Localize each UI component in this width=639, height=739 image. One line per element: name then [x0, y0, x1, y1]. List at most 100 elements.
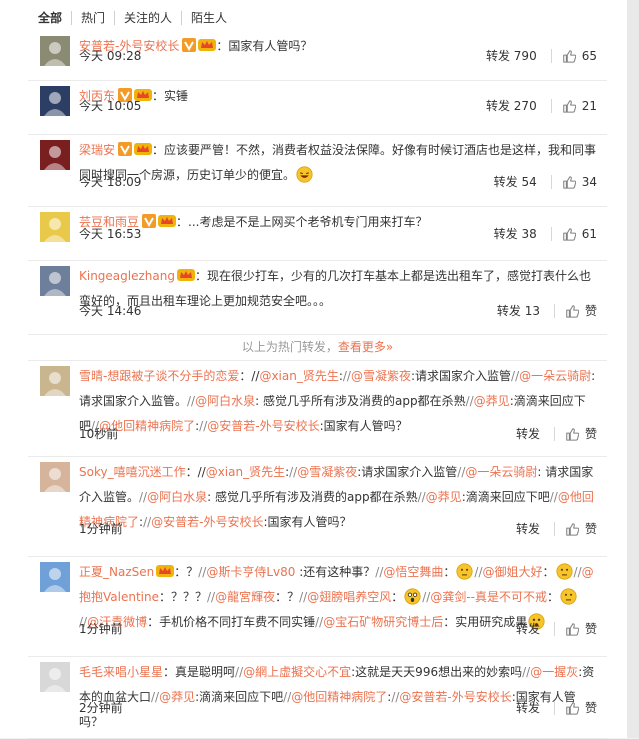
hot-divider: 以上为热门转发，查看更多»	[28, 334, 607, 361]
mention-link[interactable]: @雪凝紫夜	[351, 369, 411, 383]
avatar[interactable]	[40, 366, 70, 396]
repost-separator: //	[417, 490, 426, 504]
text-segment: ：真是聪明呵	[163, 665, 236, 679]
timestamp[interactable]: 1分钟前	[79, 520, 123, 537]
username-link[interactable]: 梁瑞安	[79, 143, 115, 157]
like-button[interactable]: 65	[562, 49, 597, 63]
mention-link[interactable]: @xian_贤先生	[259, 369, 338, 383]
mention-link[interactable]: @安普若-外号安校长	[399, 690, 511, 704]
repost-button[interactable]: 转发 13	[497, 302, 540, 319]
timestamp[interactable]: 10秒前	[79, 425, 118, 442]
timestamp[interactable]: 2分钟前	[79, 699, 123, 716]
repost-separator: //	[549, 490, 558, 504]
repost-button[interactable]: 转发	[516, 620, 540, 637]
repost-item: 安普若-外号安校长 ：国家有人管吗？ 今天 09:28 转发 790 65	[28, 30, 607, 81]
mention-link[interactable]: @一朵云骑尉	[519, 369, 591, 383]
mention-link[interactable]: @莽见	[159, 690, 195, 704]
mention-link[interactable]: @阿白水泉	[195, 394, 255, 408]
verified-v-badge[interactable]	[182, 38, 197, 52]
view-more-link[interactable]: 查看更多»	[338, 340, 393, 354]
avatar[interactable]	[40, 266, 70, 296]
divider	[550, 98, 552, 113]
tab-hot[interactable]: 热门	[71, 11, 114, 25]
like-button[interactable]: 61	[562, 227, 597, 241]
avatar[interactable]	[40, 86, 70, 116]
avatar[interactable]	[40, 662, 70, 692]
like-button[interactable]: 赞	[565, 520, 597, 537]
timestamp[interactable]: 今天 14:46	[79, 302, 141, 319]
timestamp[interactable]: 今天 18:09	[79, 173, 141, 190]
timestamp[interactable]: 1分钟前	[79, 620, 123, 637]
mention-link[interactable]: @一朵云骑尉	[465, 465, 537, 479]
vip-crown-badge[interactable]	[158, 214, 177, 228]
mention-link[interactable]: @莽见	[426, 490, 462, 504]
mention-link[interactable]: @安普若-外号安校长	[207, 419, 319, 433]
mention-link[interactable]: @雪凝紫夜	[297, 465, 357, 479]
repost-button[interactable]: 转发	[516, 699, 540, 716]
like-button[interactable]: 赞	[565, 302, 597, 319]
text-segment: :国家有人管吗？	[263, 515, 352, 529]
tab-strangers[interactable]: 陌生人	[181, 11, 236, 25]
like-icon	[566, 622, 579, 636]
text-segment: :这就是天天996想出来的妙索吗	[351, 665, 523, 679]
vip-crown-badge[interactable]	[198, 38, 217, 52]
mention-link[interactable]: @一握灰	[530, 665, 578, 679]
mention-link[interactable]: @安普若-外号安校长	[151, 515, 263, 529]
username-link[interactable]: 雪晴-想跟被子谈不分手的恋爱	[79, 369, 239, 383]
scrollbar[interactable]	[627, 0, 639, 738]
like-button[interactable]: 赞	[565, 620, 597, 637]
mention-link[interactable]: @斯卡亨侍Lv80	[206, 565, 295, 579]
tab-all[interactable]: 全部	[28, 11, 71, 25]
timestamp[interactable]: 今天 16:53	[79, 225, 141, 242]
username-link[interactable]: Soky_嘻嘻沉迷工作	[79, 465, 186, 479]
username-link[interactable]: Kingeaglezhang	[79, 269, 175, 283]
text-segment: ：实锤	[152, 89, 189, 103]
vip-crown-badge[interactable]	[176, 268, 195, 282]
timestamp[interactable]: 今天 09:28	[79, 47, 141, 64]
mention-link[interactable]: @悟空舞曲	[383, 565, 443, 579]
like-button[interactable]: 21	[562, 99, 597, 113]
repost-button[interactable]: 转发	[516, 425, 540, 442]
like-button[interactable]: 34	[562, 175, 597, 189]
like-count: 34	[581, 174, 597, 189]
vip-crown-badge[interactable]	[134, 142, 153, 156]
like-icon	[566, 427, 579, 441]
mention-link[interactable]: @他回精神病院了	[291, 690, 387, 704]
like-icon	[562, 227, 576, 241]
username-link[interactable]: 正夏_NazSen	[79, 565, 154, 579]
repost-button[interactable]: 转发 270	[486, 97, 537, 114]
timestamp[interactable]: 今天 10:05	[79, 97, 141, 114]
mention-link[interactable]: @xian_贤先生	[206, 465, 285, 479]
mention-link[interactable]: @莽见	[474, 394, 510, 408]
mention-link[interactable]: @御姐大好	[483, 565, 543, 579]
tab-following[interactable]: 关注的人	[114, 11, 181, 25]
shock-emoji	[404, 588, 421, 605]
repost-button[interactable]: 转发 790	[486, 47, 537, 64]
username-link[interactable]: 毛毛来唱小星星	[79, 665, 163, 679]
vip-crown-badge[interactable]	[156, 564, 175, 578]
mention-link[interactable]: @龍宮輝夜	[215, 590, 275, 604]
divider	[550, 226, 552, 241]
avatar[interactable]	[40, 462, 70, 492]
text-segment: : 感觉几乎所有涉及消费的app都在杀熟	[255, 394, 466, 408]
repost-button[interactable]: 转发	[516, 520, 540, 537]
repost-item: Soky_嘻嘻沉迷工作：//@xian_贤先生://@雪凝紫夜:请求国家介入监管…	[28, 456, 607, 557]
divider	[553, 303, 555, 318]
like-button[interactable]: 赞	[565, 699, 597, 716]
avatar[interactable]	[40, 36, 70, 66]
avatar[interactable]	[40, 140, 70, 170]
mention-link[interactable]: @網上虚擬交心不宜	[243, 665, 351, 679]
repost-item: 梁瑞安 ：应该要严管！不然，消费者权益没法保障。好像有时候订酒店也是这样，我和同事…	[28, 134, 607, 207]
mention-link[interactable]: @翅膀唱养空风	[307, 590, 391, 604]
verified-v-badge[interactable]	[118, 142, 133, 156]
repost-list-panel: 全部 热门 关注的人 陌生人 安普若-外号安校长 ：国家有人管吗？ 今天 09:28…	[0, 0, 628, 739]
like-button[interactable]: 赞	[565, 425, 597, 442]
mention-link[interactable]: @龚剑--真是不可不戒	[430, 590, 547, 604]
avatar[interactable]	[40, 562, 70, 592]
repost-button[interactable]: 转发 54	[494, 173, 537, 190]
repost-button[interactable]: 转发 38	[494, 225, 537, 242]
mention-link[interactable]: @阿白水泉	[147, 490, 207, 504]
mention-link[interactable]: @宝石矿物研究博士后	[323, 615, 443, 629]
avatar[interactable]	[40, 212, 70, 242]
verified-v-badge[interactable]	[142, 214, 157, 228]
